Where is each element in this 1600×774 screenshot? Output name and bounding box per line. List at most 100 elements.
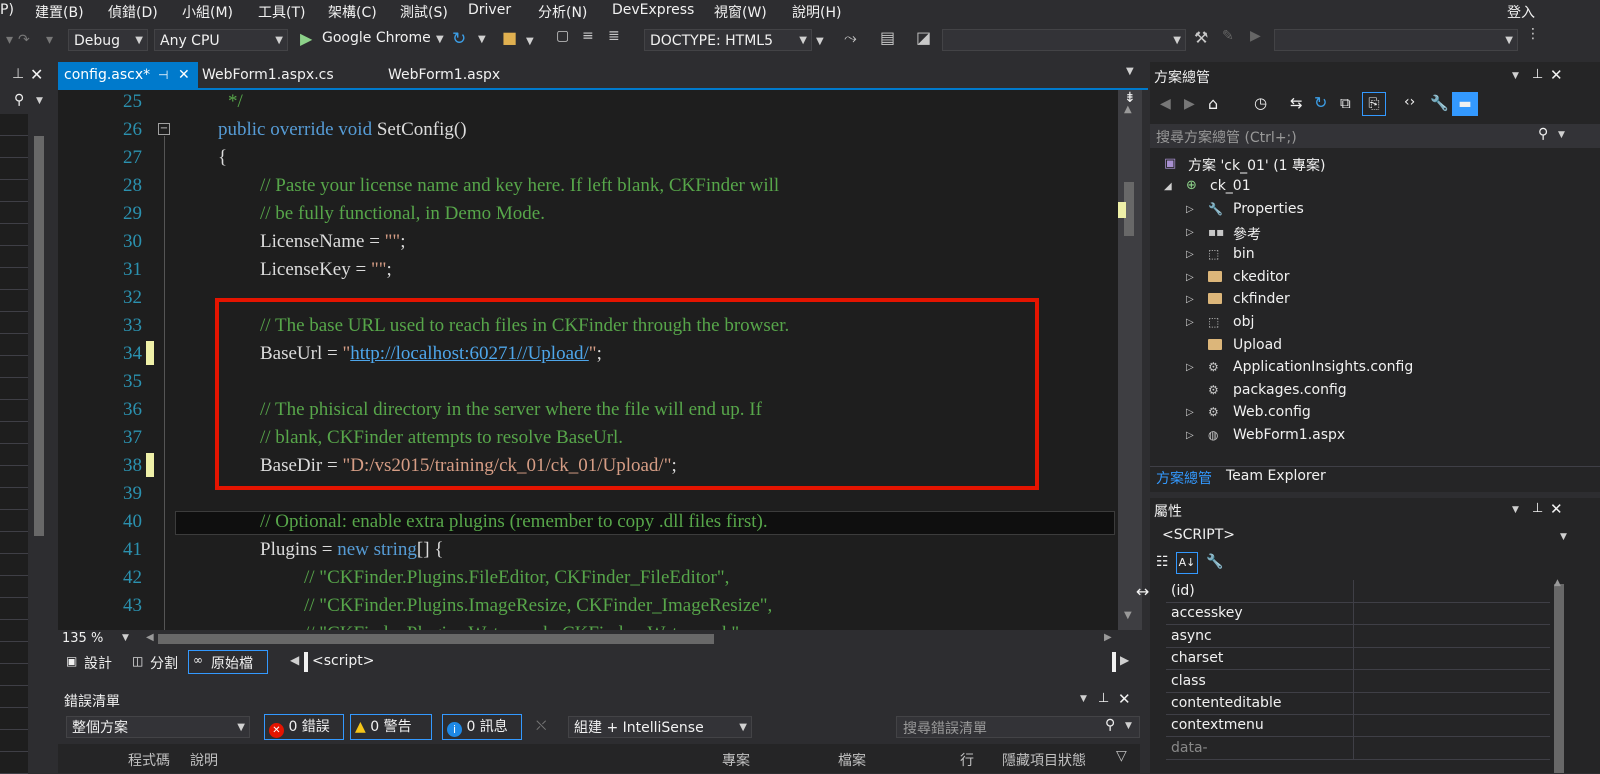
menu-item-team[interactable]: 小組(M) (182, 2, 233, 22)
menu-item-window[interactable]: 視窗(W) (714, 2, 767, 22)
property-row[interactable]: contextmenu (1166, 714, 1550, 738)
collapsed-triangle-icon[interactable]: ▷ (1186, 249, 1194, 260)
scroll-right-icon[interactable]: ▶ (1104, 632, 1112, 643)
toolbar-empty-combo-2[interactable]: ▼ (1274, 29, 1518, 51)
tree-item[interactable]: packages.config (1233, 382, 1347, 398)
close-icon[interactable]: ✕ (1118, 690, 1131, 708)
property-row[interactable]: async (1166, 624, 1550, 648)
refresh-icon[interactable]: ↻ (1314, 93, 1327, 112)
new-file-icon[interactable]: ▢ (556, 28, 569, 44)
chevron-down-icon[interactable]: ▼ (436, 34, 444, 45)
menu-item-tools[interactable]: 工具(T) (258, 2, 305, 22)
signin-link[interactable]: 登入 (1507, 2, 1535, 22)
next-element-icon[interactable]: ▶ (1120, 653, 1129, 667)
collapse-region-icon[interactable]: − (158, 123, 170, 135)
categorized-icon[interactable]: ☷ (1156, 554, 1169, 570)
col-file[interactable]: 檔案 (838, 750, 866, 770)
pin-icon[interactable]: ⊥ (12, 66, 24, 82)
tree-item[interactable]: ApplicationInsights.config (1233, 359, 1413, 375)
search-icon[interactable]: ⚲ (1538, 126, 1548, 142)
pin-icon[interactable]: ⊥ (1098, 691, 1109, 706)
tab-solution-explorer[interactable]: 方案總管 (1156, 468, 1212, 488)
alphabetical-icon[interactable]: A↓ (1176, 552, 1198, 574)
code-view-icon[interactable]: ‹› (1404, 94, 1415, 110)
collapsed-triangle-icon[interactable]: ▷ (1186, 362, 1194, 373)
redo-icon[interactable]: ↷ (18, 32, 30, 48)
warnings-filter-button[interactable]: ▲ 0 警告 (350, 714, 432, 740)
back-icon[interactable]: ◀ (1160, 96, 1171, 112)
toolbar-overflow-icon[interactable]: ⋮ (1526, 26, 1540, 42)
tree-solution[interactable]: 方案 'ck_01' (1 專案) (1188, 155, 1326, 175)
sync-icon[interactable]: ⇆ (1290, 94, 1303, 112)
design-view-button[interactable]: 設計 (84, 653, 112, 673)
menu-item-analyze[interactable]: 分析(N) (538, 2, 587, 22)
tree-item[interactable]: Upload (1233, 337, 1282, 353)
platform-select[interactable]: Any CPU ▼ (154, 29, 288, 51)
chevron-down-icon[interactable]: ▼ (816, 36, 824, 47)
clear-filter-icon[interactable]: ⛌ (536, 718, 546, 734)
tree-item[interactable]: ckeditor (1233, 269, 1290, 285)
chevron-down-icon[interactable]: ▼ (1512, 71, 1519, 81)
filter-icon[interactable]: ▽ (1116, 748, 1127, 764)
split-view-button[interactable]: 分割 (150, 653, 178, 673)
start-icon[interactable]: ▶ (300, 29, 312, 48)
uncomment-icon[interactable]: ≣ (608, 28, 620, 44)
col-project[interactable]: 專案 (722, 750, 750, 770)
col-line[interactable]: 行 (960, 750, 974, 770)
property-row[interactable]: contenteditable (1166, 692, 1550, 715)
tab-webform1-aspx-cs[interactable]: WebForm1.aspx.cs (196, 62, 376, 88)
comment-box-icon[interactable]: ▤ (880, 28, 895, 47)
preview-selected-icon[interactable]: ▬ (1452, 92, 1478, 116)
pin-icon[interactable]: ⊣ (158, 62, 168, 88)
chevron-down-icon[interactable]: ▼ (526, 36, 534, 47)
close-icon[interactable]: ✕ (1550, 66, 1563, 84)
collapsed-triangle-icon[interactable]: ▷ (1186, 272, 1194, 283)
errors-filter-button[interactable]: ✕ 0 錯誤 (264, 714, 344, 740)
error-search-input[interactable]: 搜尋錯誤清單 ⚲ ▼ (896, 716, 1140, 738)
menu-item-driver[interactable]: Driver (468, 2, 511, 18)
scroll-left-icon[interactable]: ◀ (146, 632, 154, 643)
wrench-icon[interactable]: 🔧 (1206, 554, 1223, 570)
pencil-icon[interactable]: ✎ (1222, 28, 1234, 44)
chevron-down-icon[interactable]: ▼ (1512, 505, 1519, 515)
browser-run-button[interactable]: Google Chrome (322, 30, 431, 46)
property-row[interactable]: (id) (1166, 580, 1550, 603)
build-source-select[interactable]: 組建 + IntelliSense ▼ (568, 716, 752, 738)
scroll-up-icon[interactable]: ▲ (1124, 104, 1132, 115)
solution-config-select[interactable]: Debug ▼ (68, 29, 148, 51)
chevron-down-icon[interactable]: ▼ (36, 96, 43, 106)
horizontal-scrollbar-thumb[interactable] (158, 634, 714, 644)
object-select[interactable]: <SCRIPT> ▼ (1150, 524, 1600, 548)
chevron-down-icon[interactable]: ▼ (1080, 694, 1087, 704)
tree-item[interactable]: Web.config (1233, 404, 1311, 420)
scroll-down-icon[interactable]: ▼ (1124, 610, 1132, 621)
menu-item-devexpress[interactable]: DevExpress (612, 2, 694, 18)
collapse-all-icon[interactable]: ⧉ (1340, 94, 1351, 112)
pin-icon[interactable]: ⊥ (1532, 501, 1543, 516)
pin-icon[interactable]: ⊥ (1532, 67, 1543, 82)
wrench-icon[interactable]: 🔧 (1430, 94, 1449, 112)
menu-item-help[interactable]: 說明(H) (792, 2, 841, 22)
collapsed-triangle-icon[interactable]: ▷ (1186, 227, 1194, 238)
tab-webform1-aspx[interactable]: WebForm1.aspx (382, 62, 562, 88)
expanded-triangle-icon[interactable]: ◢ (1164, 181, 1172, 192)
history-icon[interactable]: ◷ (1254, 94, 1267, 112)
tree-item[interactable]: Properties (1233, 201, 1304, 217)
toolbar-empty-combo[interactable]: ▼ (942, 29, 1186, 51)
property-row[interactable]: accesskey (1166, 602, 1550, 626)
property-row[interactable]: class (1166, 669, 1550, 693)
solution-search-input[interactable]: 搜尋方案總管 (Ctrl+;) ⚲ ▼ (1150, 124, 1600, 148)
tree-item[interactable]: obj (1233, 314, 1254, 330)
menu-item-project[interactable]: P) (0, 2, 14, 18)
tree-item[interactable]: ckfinder (1233, 291, 1290, 307)
chevron-down-icon[interactable]: ▼ (1558, 130, 1565, 140)
format-icon[interactable]: ⤳ (844, 28, 857, 48)
element-path[interactable]: <script> (312, 653, 374, 669)
chevron-down-icon[interactable]: ▼ (1125, 721, 1132, 731)
close-icon[interactable]: ✕ (1550, 500, 1563, 518)
show-all-files-icon[interactable]: ⎘ (1362, 92, 1386, 116)
messages-filter-button[interactable]: i 0 訊息 (442, 714, 522, 740)
menu-item-architecture[interactable]: 架構(C) (328, 2, 377, 22)
home-icon[interactable]: ⌂ (1208, 94, 1218, 113)
tree-item[interactable]: bin (1233, 246, 1255, 262)
